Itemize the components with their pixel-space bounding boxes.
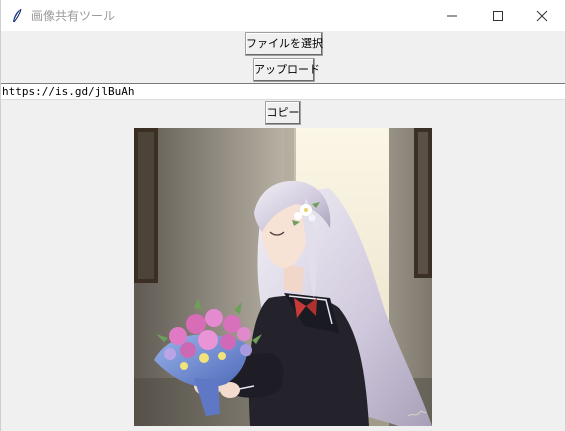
select-file-button[interactable]: ファイルを選択 <box>245 32 323 56</box>
title-bar[interactable]: 画像共有ツール <box>1 0 565 31</box>
copy-button[interactable]: コピー <box>265 101 301 125</box>
feather-icon <box>11 8 23 24</box>
window-title: 画像共有ツール <box>31 9 116 23</box>
upload-button[interactable]: アップロード <box>253 58 320 82</box>
minimize-icon <box>447 15 457 17</box>
preview-illustration <box>134 128 432 426</box>
minimize-button[interactable] <box>429 0 475 31</box>
url-field[interactable]: https://is.gd/jlBuAh <box>1 83 565 100</box>
close-button[interactable] <box>519 0 565 31</box>
image-preview <box>134 128 432 426</box>
maximize-icon <box>493 11 503 21</box>
maximize-button[interactable] <box>475 0 521 31</box>
app-window: 画像共有ツール ファイルを選択 アップロード https://is.gd/jlB… <box>0 0 566 431</box>
close-icon <box>536 10 548 22</box>
